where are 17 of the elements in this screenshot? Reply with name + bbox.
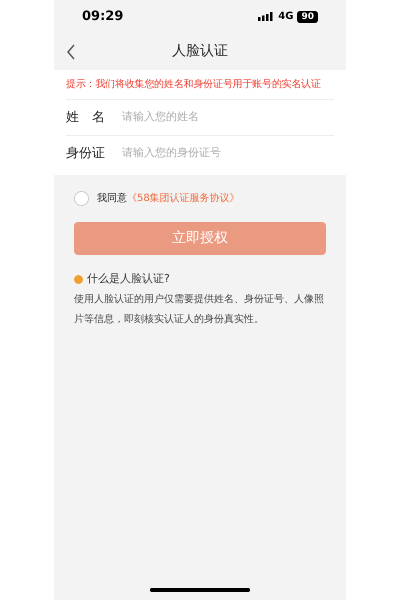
- help-icon: [74, 274, 83, 284]
- page-title: 人脸认证: [172, 42, 228, 61]
- help-answer: 使用人脸认证的用户仅需要提供姓名、身份证号、人像照片等信息，即刻核实认证人的身份真实性。: [74, 292, 325, 326]
- field-label: 身份证: [66, 144, 106, 163]
- help-question: 什么是人脸认证?: [87, 271, 170, 287]
- input-field[interactable]: 请输入您的身份证号: [122, 145, 334, 162]
- battery-icon: 90: [297, 10, 318, 22]
- field-label: 姓 名: [66, 108, 106, 127]
- back-icon[interactable]: [66, 44, 76, 60]
- input-field[interactable]: 请输入您的姓名: [122, 109, 334, 126]
- agree-text: 我同意: [97, 192, 127, 206]
- status-time: 09:29: [82, 8, 124, 26]
- notice-text: 提示：我们将收集您的姓名和身份证号用于账号的实名认证: [66, 78, 322, 92]
- signal-icon: [258, 12, 274, 21]
- agreement-link[interactable]: 《58集团认证服务协议》: [127, 191, 240, 206]
- agree-checkbox[interactable]: [74, 191, 89, 206]
- network-label: 4G: [278, 10, 294, 24]
